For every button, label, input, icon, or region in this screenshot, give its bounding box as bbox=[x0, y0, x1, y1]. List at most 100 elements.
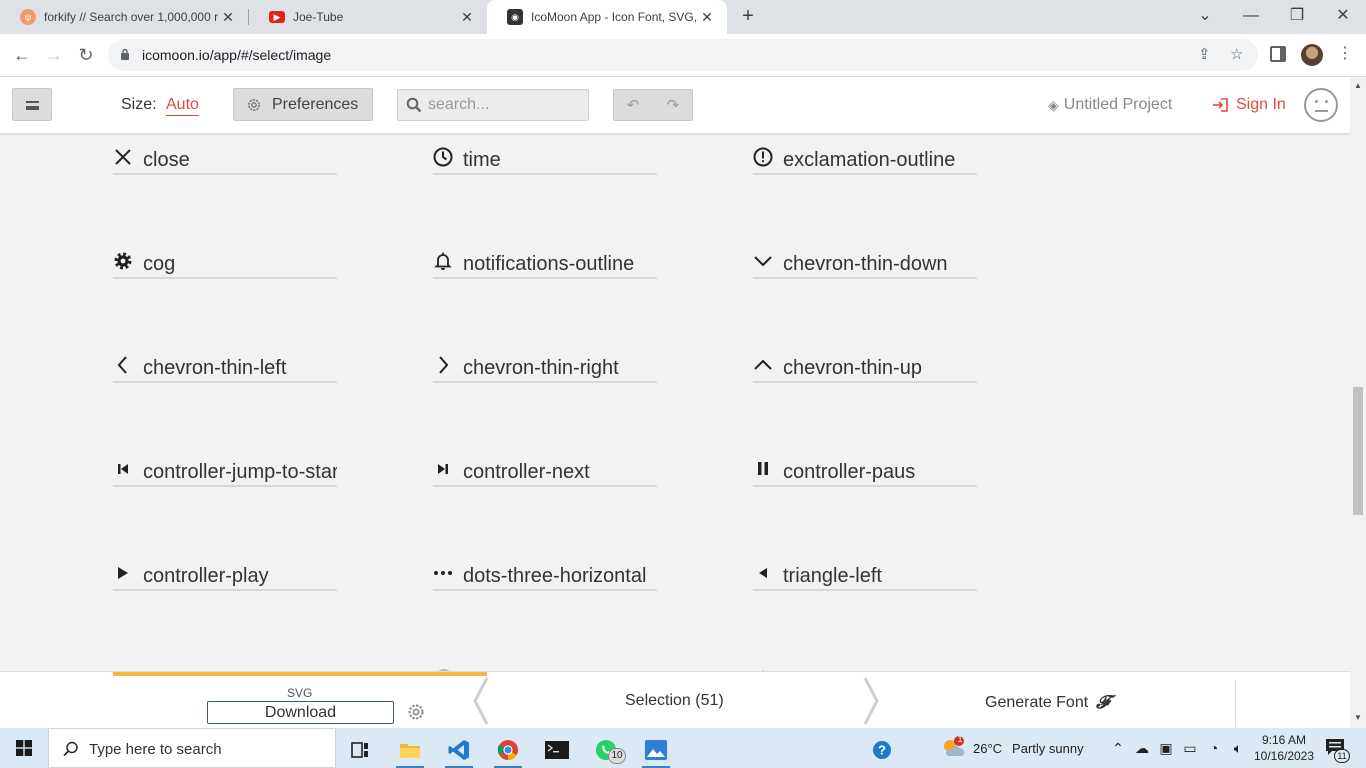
triangle-left-icon bbox=[753, 563, 773, 583]
bookmark-star-icon[interactable]: ☆ bbox=[1230, 45, 1243, 63]
battery-icon[interactable]: ▭ bbox=[1178, 740, 1202, 757]
hamburger-icon bbox=[26, 101, 39, 110]
whatsapp-icon[interactable]: 10 bbox=[586, 732, 626, 768]
browser-toolbar: ← → ↻ icomoon.io/app/#/select/image ⇪ ☆ … bbox=[0, 34, 1366, 77]
glyph-item[interactable]: home bbox=[753, 653, 977, 671]
scroll-down-icon[interactable]: ▼ bbox=[1350, 711, 1366, 725]
glyph-item[interactable]: controller-next bbox=[433, 445, 657, 487]
weather-temp: 26°C bbox=[973, 740, 1003, 756]
cog-icon bbox=[113, 251, 133, 271]
wifi-icon[interactable]: ◔ bbox=[1202, 740, 1226, 756]
help-icon[interactable]: ? bbox=[862, 732, 902, 768]
glyph-item[interactable]: chevron-thin-left bbox=[113, 341, 337, 383]
share-icon[interactable]: ⇪ bbox=[1198, 45, 1211, 63]
windows-start-icon[interactable] bbox=[16, 740, 32, 756]
side-panel-icon[interactable] bbox=[1270, 46, 1286, 62]
tab-search-button[interactable]: ⌄ bbox=[1182, 0, 1228, 34]
photos-icon[interactable] bbox=[636, 732, 676, 768]
weather-desc: Partly sunny bbox=[1012, 740, 1084, 756]
glyph-item[interactable]: chevron-thin-right bbox=[433, 341, 657, 383]
restore-button[interactable]: ❐ bbox=[1274, 0, 1320, 34]
url-text[interactable]: icomoon.io/app/#/select/image bbox=[142, 47, 331, 63]
sign-in-icon bbox=[1213, 98, 1228, 112]
sign-in-button[interactable]: Sign In bbox=[1212, 96, 1286, 114]
weather-widget[interactable]: 1 26°C Partly sunny bbox=[940, 728, 1084, 768]
system-tray: ⌃ ☁ ▣ ▭ ◔ 🔈︎ bbox=[1110, 728, 1250, 768]
close-icon[interactable]: ✕ bbox=[220, 9, 236, 26]
vscode-icon[interactable] bbox=[439, 732, 479, 768]
tray-chevron-up-icon[interactable]: ⌃ bbox=[1110, 740, 1126, 757]
glyph-item[interactable]: chevron-thin-up bbox=[753, 341, 977, 383]
taskbar-search-placeholder: Type here to search bbox=[89, 741, 222, 758]
window-close-button[interactable]: ✕ bbox=[1320, 0, 1366, 34]
project-label: Untitled Project bbox=[1063, 96, 1173, 113]
tab-forkify[interactable]: ψ forkify // Search over 1,000,000 r ✕ bbox=[0, 0, 248, 34]
youtube-favicon-icon: ▶ bbox=[269, 11, 285, 23]
user-avatar-icon[interactable] bbox=[1304, 88, 1338, 122]
glyph-name: controller-play bbox=[143, 565, 269, 587]
selection-tab[interactable]: Selection (51) bbox=[625, 692, 724, 710]
exclamation-outline-icon bbox=[753, 147, 773, 167]
glyph-name: triangle-left bbox=[783, 565, 882, 587]
glyph-item[interactable]: triangle-right bbox=[113, 653, 337, 671]
project-button[interactable]: ◈ Untitled Project bbox=[1048, 96, 1172, 114]
taskbar-clock[interactable]: 9:16 AM 10/16/2023 bbox=[1252, 732, 1316, 764]
tab-joe-tube[interactable]: ▶ Joe-Tube ✕ bbox=[249, 0, 487, 34]
glyph-item[interactable]: notifications-outline bbox=[433, 237, 657, 279]
search-input[interactable] bbox=[428, 95, 578, 115]
address-bar[interactable]: icomoon.io/app/#/select/image ⇪ ☆ bbox=[108, 39, 1258, 71]
preferences-button[interactable]: Preferences bbox=[233, 88, 373, 121]
page-scrollbar[interactable]: ▲ ▼ bbox=[1350, 77, 1366, 727]
close-icon[interactable]: ✕ bbox=[699, 9, 715, 26]
forward-button[interactable]: → bbox=[40, 42, 68, 70]
dots-icon bbox=[433, 563, 453, 583]
generate-font-tab[interactable]: Generate Font 𝓕 bbox=[985, 692, 1109, 713]
clock-date: 10/16/2023 bbox=[1253, 749, 1315, 763]
glyph-item[interactable]: triangle-left bbox=[753, 549, 977, 591]
volume-icon[interactable]: 🔈︎ bbox=[1226, 740, 1250, 757]
download-button[interactable]: Download bbox=[207, 701, 394, 724]
glyph-item[interactable]: controller-jump-to-start bbox=[113, 445, 337, 487]
tab-icomoon[interactable]: ◉ IcoMoon App - Icon Font, SVG, P ✕ bbox=[487, 0, 727, 34]
icomoon-header: Size: Auto Preferences ↶ ↷ ◈ Untitled Pr… bbox=[0, 77, 1350, 133]
minimize-button[interactable]: — bbox=[1228, 0, 1274, 34]
redo-icon[interactable]: ↷ bbox=[658, 96, 688, 114]
download-settings-gear-icon[interactable] bbox=[406, 702, 426, 722]
glyph-name: time bbox=[463, 149, 501, 171]
onedrive-cloud-icon[interactable]: ☁ bbox=[1130, 740, 1154, 757]
glyph-item[interactable]: close bbox=[113, 133, 337, 175]
glyph-item[interactable]: chevron-thin-down bbox=[753, 237, 977, 279]
glyph-name: controller-next bbox=[463, 461, 590, 483]
glyph-item[interactable]: time bbox=[433, 133, 657, 175]
glyph-item[interactable]: dots-three-horizontal bbox=[433, 549, 657, 591]
browser-menu-icon[interactable]: ⋮ bbox=[1337, 44, 1353, 64]
profile-avatar[interactable] bbox=[1301, 44, 1323, 66]
taskbar-search[interactable]: Type here to search bbox=[48, 728, 336, 768]
scroll-up-icon[interactable]: ▲ bbox=[1350, 79, 1366, 93]
file-explorer-icon[interactable] bbox=[390, 732, 430, 768]
new-tab-button[interactable]: + bbox=[736, 5, 760, 29]
reload-button[interactable]: ↻ bbox=[72, 42, 100, 70]
glyph-item[interactable]: controller-paus bbox=[753, 445, 977, 487]
meet-now-icon[interactable]: ▣ bbox=[1154, 740, 1178, 757]
svg-text:?: ? bbox=[878, 743, 886, 758]
chrome-icon[interactable] bbox=[488, 732, 528, 768]
close-icon[interactable]: ✕ bbox=[459, 9, 475, 26]
undo-icon[interactable]: ↶ bbox=[618, 96, 648, 114]
tab-title: IcoMoon App - Icon Font, SVG, P bbox=[531, 10, 699, 24]
size-select[interactable]: Auto bbox=[166, 96, 199, 116]
forkify-favicon-icon: ψ bbox=[20, 9, 36, 25]
main-menu-button[interactable] bbox=[12, 88, 52, 121]
whatsapp-badge: 10 bbox=[608, 748, 626, 764]
glyph-item[interactable]: cog bbox=[113, 237, 337, 279]
glyph-item[interactable]: back-in-time bbox=[433, 653, 657, 671]
back-button[interactable]: ← bbox=[8, 42, 36, 70]
undo-redo-group: ↶ ↷ bbox=[613, 89, 693, 121]
glyph-item[interactable]: exclamation-outline bbox=[753, 133, 977, 175]
glyph-item[interactable]: controller-play bbox=[113, 549, 337, 591]
task-view-icon[interactable] bbox=[340, 732, 380, 768]
terminal-icon[interactable] bbox=[537, 732, 577, 768]
scrollbar-thumb[interactable] bbox=[1353, 387, 1363, 515]
search-field[interactable] bbox=[397, 89, 589, 121]
lock-icon bbox=[121, 48, 129, 60]
